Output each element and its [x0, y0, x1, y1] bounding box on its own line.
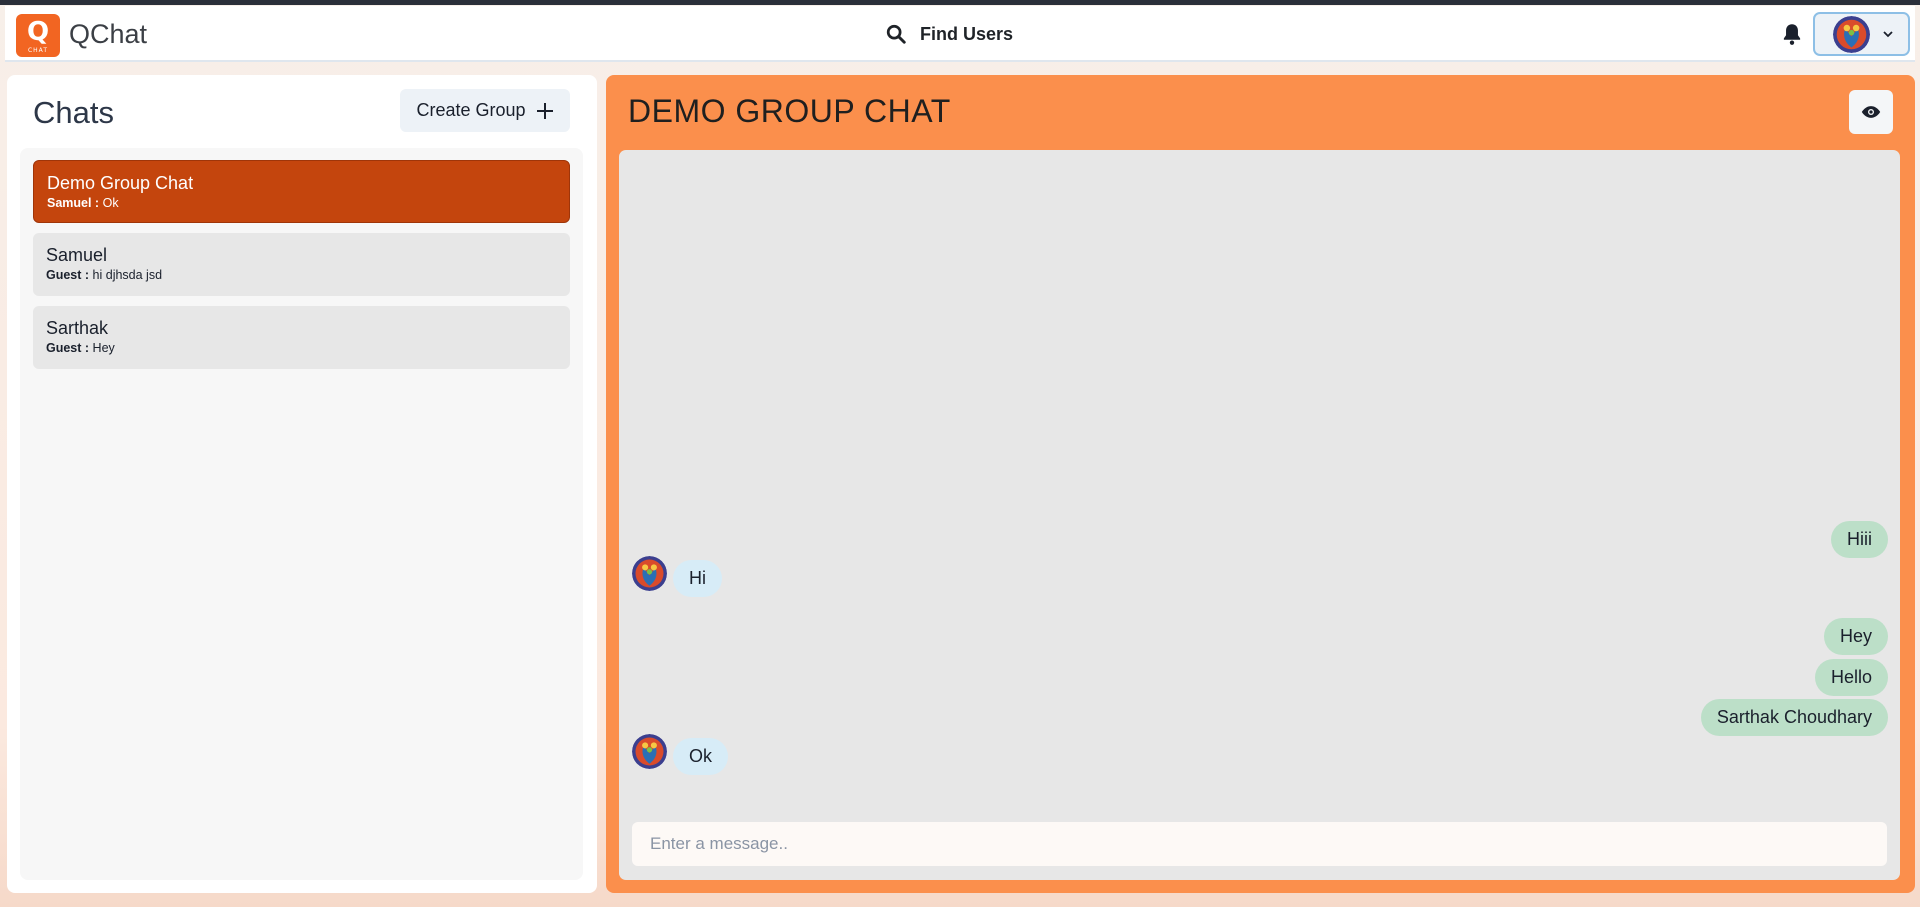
chat-name: Samuel [46, 245, 108, 265]
bell-icon[interactable] [1779, 21, 1805, 47]
chat-last-text: Ok [102, 196, 119, 210]
chat-last-text: hi djhsda jsd [92, 268, 163, 282]
sender-avatar [632, 734, 667, 769]
chat-last-message: Guest : Hey [46, 341, 557, 355]
chats-panel: Chats Create Group Demo Group Chat Samue… [7, 75, 597, 893]
chat-name: Sarthak [46, 318, 109, 338]
logo-subtext: CHAT [27, 47, 48, 54]
logo-letter: Q [26, 17, 50, 47]
view-details-button[interactable] [1849, 90, 1893, 134]
find-users-button[interactable]: Find Users [885, 19, 1013, 49]
sender-avatar [632, 556, 667, 591]
message-bubble-received: Hi [673, 560, 722, 597]
message-bubble-received: Ok [673, 738, 729, 775]
message-bubble-sent: Hiii [1831, 521, 1888, 558]
profile-menu-button[interactable] [1813, 12, 1910, 56]
chat-list-item-samuel[interactable]: Samuel Guest : hi djhsda jsd [33, 233, 570, 296]
app-logo: Q CHAT [16, 14, 60, 57]
chat-last-message: Guest : hi djhsda jsd [46, 268, 557, 282]
chat-name: Demo Group Chat [47, 173, 194, 193]
chevron-down-icon [1883, 31, 1893, 38]
message-bubble-sent: Hello [1814, 659, 1888, 696]
plus-icon [536, 102, 553, 119]
message-bubble-sent: Hey [1823, 618, 1888, 655]
message-bubble-sent: Sarthak Choudhary [1700, 699, 1888, 736]
message-input[interactable] [632, 822, 1887, 866]
chat-last-sender: Samuel : [47, 196, 100, 210]
create-group-button[interactable]: Create Group [400, 89, 570, 132]
find-users-label: Find Users [920, 23, 1014, 44]
user-avatar [1833, 15, 1870, 53]
chat-panel: DEMO GROUP CHAT Hiii Hi Hey Hello Sartha… [606, 75, 1915, 893]
chat-last-message: Samuel : Ok [47, 196, 556, 210]
chats-title: Chats [33, 95, 114, 130]
chat-list-item-demo-group-chat[interactable]: Demo Group Chat Samuel : Ok [33, 160, 570, 223]
chat-last-sender: Guest : [46, 341, 90, 355]
top-navbar: Q CHAT QChat Find Users [5, 6, 1915, 62]
eye-icon [1861, 106, 1881, 118]
chat-title: DEMO GROUP CHAT [628, 93, 951, 129]
window-top-strip [0, 0, 1920, 5]
app-title: QChat [69, 19, 148, 49]
search-icon [886, 24, 906, 44]
create-group-label: Create Group [416, 100, 526, 120]
chat-list-item-sarthak[interactable]: Sarthak Guest : Hey [33, 306, 570, 369]
chat-last-text: Hey [92, 341, 115, 355]
chat-last-sender: Guest : [46, 268, 90, 282]
messages-area: Hiii Hi Hey Hello Sarthak Choudhary Ok E… [619, 150, 1900, 880]
